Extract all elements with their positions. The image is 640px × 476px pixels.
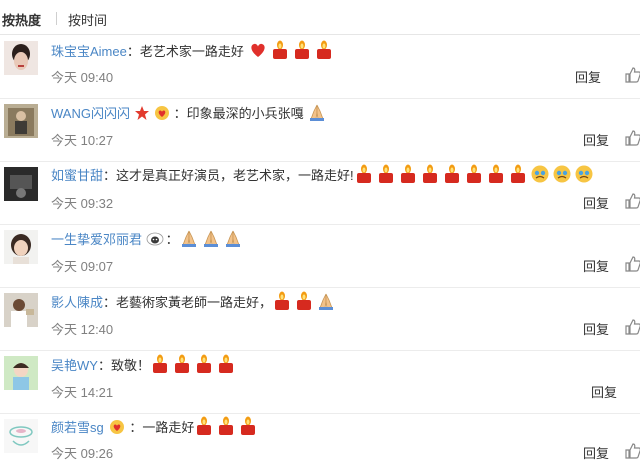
candle-emoji bbox=[464, 164, 484, 184]
separator: ： bbox=[165, 232, 179, 247]
comment-item: 如蜜甘甜：这才是真正好演员，老艺术家，一路走好! 今天 09:32 回复 bbox=[0, 161, 640, 225]
separator: ： bbox=[97, 358, 111, 373]
comment-line: 珠宝宝Aimee：老艺术家一路走好 bbox=[51, 40, 336, 61]
avatar[interactable] bbox=[4, 104, 38, 138]
comment-item: 珠宝宝Aimee：老艺术家一路走好 今天 09:40 回复 bbox=[0, 35, 640, 99]
reply-button[interactable]: 回复 bbox=[583, 443, 609, 462]
red-star-icon bbox=[134, 105, 150, 121]
praying-hands-emoji bbox=[307, 102, 327, 122]
comment-item: 一生挚爱邓丽君 ： 今天 09:07 回复 bbox=[0, 224, 640, 288]
comment-line: 如蜜甘甜：这才是真正好演员，老艺术家，一路走好! bbox=[51, 164, 596, 185]
reply-button[interactable]: 回复 bbox=[583, 193, 609, 212]
candle-emoji bbox=[508, 164, 528, 184]
comment-item: 影人陳成：老藝術家黃老師一路走好， 今天 12:40 回复 bbox=[0, 287, 640, 351]
reply-button[interactable]: 回复 bbox=[575, 67, 601, 86]
like-thumb-icon[interactable] bbox=[624, 318, 640, 336]
comment-item: 颜若雪sg ：一路走好 今天 09:26 回复 bbox=[0, 413, 640, 476]
comment-time: 今天 12:40 bbox=[51, 322, 114, 337]
candle-emoji bbox=[486, 164, 506, 184]
sort-by-hot-tab[interactable]: 按热度 bbox=[2, 10, 41, 29]
avatar[interactable] bbox=[4, 293, 38, 327]
like-thumb-icon[interactable] bbox=[624, 255, 640, 273]
candle-emoji bbox=[376, 164, 396, 184]
comment-time: 今天 09:40 bbox=[51, 70, 114, 85]
comment-line: 吴艳WY：致敬！ bbox=[51, 354, 238, 375]
separator: ： bbox=[103, 168, 117, 183]
comment-time: 今天 14:21 bbox=[51, 385, 114, 400]
like-thumb-icon[interactable] bbox=[624, 129, 640, 147]
sheep-icon bbox=[146, 231, 164, 247]
separator: ： bbox=[103, 295, 117, 310]
candle-emoji bbox=[420, 164, 440, 184]
comment-text: 印象最深的小兵张嘎 bbox=[186, 106, 304, 121]
candle-emoji bbox=[216, 354, 236, 374]
candle-emoji bbox=[294, 291, 314, 311]
avatar[interactable] bbox=[4, 230, 38, 264]
comment-item: WANG闪闪闪 ：印象最深的小兵张嘎 今天 10:27 回复 bbox=[0, 98, 640, 162]
candle-emoji bbox=[442, 164, 462, 184]
avatar[interactable] bbox=[4, 356, 38, 390]
like-thumb-icon[interactable] bbox=[624, 66, 640, 84]
praying-hands-emoji bbox=[201, 228, 221, 248]
comment-line: 一生挚爱邓丽君 ： bbox=[51, 228, 245, 249]
candle-emoji bbox=[238, 416, 258, 436]
reply-button[interactable]: 回复 bbox=[591, 382, 617, 401]
sort-bar: 按热度 按时间 bbox=[0, 0, 640, 35]
sort-by-time-tab[interactable]: 按时间 bbox=[68, 10, 107, 29]
candle-emoji bbox=[194, 416, 214, 436]
candle-emoji bbox=[272, 291, 292, 311]
username-link[interactable]: 一生挚爱邓丽君 bbox=[51, 232, 142, 247]
username-link[interactable]: 颜若雪sg bbox=[51, 420, 104, 435]
crying-face-emoji bbox=[530, 164, 550, 184]
candle-emoji bbox=[292, 40, 312, 60]
reply-button[interactable]: 回复 bbox=[583, 319, 609, 338]
comment-line: 颜若雪sg ：一路走好 bbox=[51, 416, 260, 437]
sort-divider bbox=[56, 12, 57, 25]
praying-hands-emoji bbox=[223, 228, 243, 248]
candle-emoji bbox=[216, 416, 236, 436]
avatar[interactable] bbox=[4, 167, 38, 201]
reply-button[interactable]: 回复 bbox=[583, 256, 609, 275]
candle-emoji bbox=[354, 164, 374, 184]
separator: ： bbox=[126, 44, 140, 59]
like-thumb-icon[interactable] bbox=[624, 442, 640, 460]
comment-text: 老藝術家黃老師一路走好， bbox=[116, 295, 273, 310]
comment-time: 今天 10:27 bbox=[51, 133, 114, 148]
crying-face-emoji bbox=[574, 164, 594, 184]
username-link[interactable]: 吴艳WY bbox=[51, 358, 98, 373]
separator: ： bbox=[173, 106, 187, 121]
username-link[interactable]: 影人陳成 bbox=[51, 295, 103, 310]
comment-time: 今天 09:07 bbox=[51, 259, 114, 274]
candle-emoji bbox=[270, 40, 290, 60]
comment-line: 影人陳成：老藝術家黃老師一路走好， bbox=[51, 291, 338, 312]
heart-hands-emoji bbox=[152, 105, 172, 121]
heart-hands-emoji bbox=[107, 419, 127, 435]
praying-hands-emoji bbox=[316, 291, 336, 311]
comment-text: 这才是真正好演员，老艺术家，一路走好! bbox=[116, 168, 354, 183]
comment-time: 今天 09:26 bbox=[51, 446, 114, 461]
candle-emoji bbox=[194, 354, 214, 374]
username-link[interactable]: 如蜜甘甜 bbox=[51, 168, 103, 183]
avatar[interactable] bbox=[4, 41, 38, 75]
comment-line: WANG闪闪闪 ：印象最深的小兵张嘎 bbox=[51, 102, 329, 123]
reply-button[interactable]: 回复 bbox=[583, 130, 609, 149]
comment-item: 吴艳WY：致敬！ 今天 14:21 回复 bbox=[0, 350, 640, 414]
comment-text: 一路走好 bbox=[142, 420, 195, 435]
candle-emoji bbox=[314, 40, 334, 60]
comment-text: 致敬！ bbox=[110, 358, 150, 373]
separator: ： bbox=[129, 420, 143, 435]
comment-text: 老艺术家一路走好 bbox=[139, 44, 244, 59]
crying-face-emoji bbox=[552, 164, 572, 184]
heart-emoji bbox=[248, 40, 268, 60]
candle-emoji bbox=[398, 164, 418, 184]
candle-emoji bbox=[172, 354, 192, 374]
username-link[interactable]: 珠宝宝Aimee bbox=[51, 44, 127, 59]
username-link[interactable]: WANG闪闪闪 bbox=[51, 106, 130, 121]
comment-time: 今天 09:32 bbox=[51, 196, 114, 211]
like-thumb-icon[interactable] bbox=[624, 192, 640, 210]
candle-emoji bbox=[150, 354, 170, 374]
praying-hands-emoji bbox=[179, 228, 199, 248]
avatar[interactable] bbox=[4, 419, 38, 453]
